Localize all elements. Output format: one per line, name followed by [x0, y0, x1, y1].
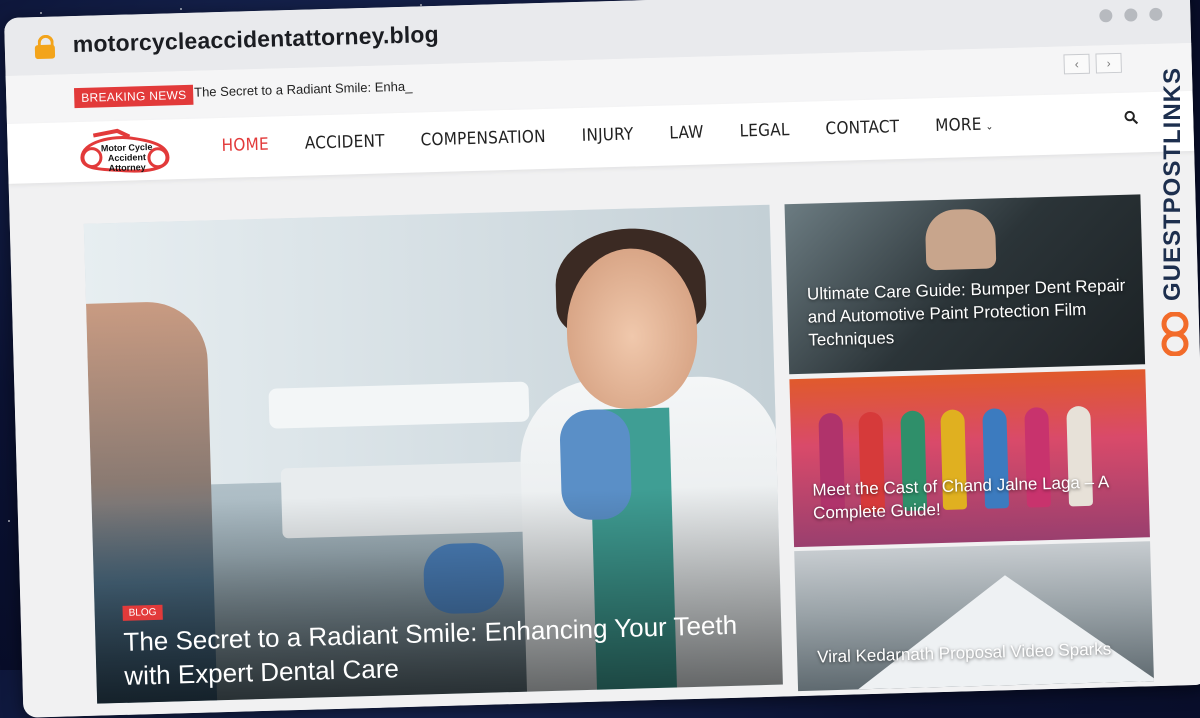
watermark-brand: GUESTPOSTLINKS	[1158, 60, 1192, 360]
next-arrow-button[interactable]: ›	[1095, 52, 1122, 74]
lock-icon	[34, 34, 56, 60]
nav-item-law[interactable]: LAW	[669, 123, 704, 144]
link-chain-icon	[1161, 312, 1189, 356]
nav-item-accident[interactable]: ACCIDENT	[305, 131, 385, 153]
window-dot-icon[interactable]	[1149, 7, 1163, 22]
dental-chair-image	[268, 381, 530, 429]
side-post-card[interactable]: Ultimate Care Guide: Bumper Dent Repair …	[784, 194, 1146, 375]
window-controls	[1099, 7, 1163, 23]
web-page: BREAKING NEWS The Secret to a Radiant Sm…	[5, 42, 1200, 718]
logo-text: Motor Cycle Accident Attorney	[92, 142, 163, 174]
side-post-title[interactable]: Meet the Cast of Chand Jalne Laga – A Co…	[812, 470, 1133, 525]
site-logo[interactable]: Motor Cycle Accident Attorney	[73, 125, 174, 176]
nav-item-more-label: MORE	[934, 114, 982, 137]
nav-item-home[interactable]: HOME	[221, 135, 269, 156]
logo-line-2: Accident Attorney	[107, 152, 147, 174]
chevron-down-icon: ⌄	[985, 121, 994, 133]
browser-window: motorcycleaccidentattorney.blog BREAKING…	[4, 0, 1200, 718]
car-repair-image	[924, 208, 997, 271]
nav-item-compensation[interactable]: COMPENSATION	[420, 127, 546, 150]
ticker-arrows: ‹ ›	[1063, 52, 1122, 75]
search-icon[interactable]	[1124, 110, 1139, 125]
side-post-card[interactable]: Viral Kedarnath Proposal Video Sparks	[794, 541, 1154, 692]
breaking-news-ticker[interactable]: The Secret to a Radiant Smile: Enha_	[194, 79, 413, 100]
hero-category-badge[interactable]: BLOG	[122, 604, 163, 621]
window-dot-icon[interactable]	[1124, 8, 1138, 22]
hero-post[interactable]: BLOG The Secret to a Radiant Smile: Enha…	[83, 204, 783, 704]
nav-item-more[interactable]: MORE ⌄	[935, 114, 994, 136]
prev-arrow-button[interactable]: ‹	[1063, 53, 1090, 75]
mountain-image	[855, 571, 1154, 690]
window-dot-icon[interactable]	[1099, 9, 1113, 23]
side-post-title[interactable]: Ultimate Care Guide: Bumper Dent Repair …	[807, 274, 1129, 352]
nav-item-contact[interactable]: CONTACT	[825, 117, 899, 139]
side-post-card[interactable]: Meet the Cast of Chand Jalne Laga – A Co…	[789, 369, 1150, 548]
watermark-text: GUESTPOSTLINKS	[1159, 66, 1186, 302]
nav-item-injury[interactable]: INJURY	[581, 124, 633, 145]
nav-item-legal[interactable]: LEGAL	[739, 120, 790, 141]
url-text[interactable]: motorcycleaccidentattorney.blog	[72, 21, 439, 58]
breaking-news-label: BREAKING NEWS	[73, 84, 194, 109]
nav-menu: HOME ACCIDENT COMPENSATION INJURY LAW LE…	[221, 114, 993, 156]
